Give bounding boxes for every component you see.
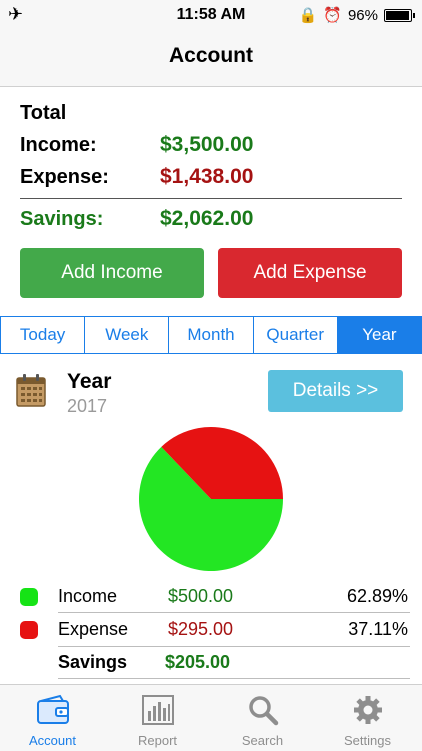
tabbar-report[interactable]: Report [105,685,210,751]
wallet-icon [37,694,69,724]
expense-color-swatch [20,621,38,639]
income-expense-pie-chart [139,427,283,571]
tab-today[interactable]: Today [1,317,86,353]
income-color-swatch [20,588,38,606]
tab-week[interactable]: Week [85,317,170,353]
legend-income-percent: 62.89% [346,586,408,606]
legend-expense-label: Expense [58,619,129,639]
legend-expense-percent: 37.11% [348,619,408,639]
legend-income-amount: $500.00 [168,586,234,606]
tabbar-account[interactable]: Account [0,685,105,751]
battery-percent: 96% [347,6,378,24]
alarm-icon: ⏰ [323,7,342,24]
add-income-button[interactable]: Add Income [20,248,204,298]
period-tabs: Today Week Month Quarter Year [0,316,422,354]
tab-year[interactable]: Year [337,317,422,353]
tabbar-settings-label: Settings [344,733,391,748]
total-heading: Total [20,102,67,124]
orientation-lock-icon: 🔒 [298,7,318,24]
legend-income-label: Income [58,586,118,606]
bar-chart-icon [142,695,174,725]
legend-divider [58,678,410,679]
tabbar-settings[interactable]: Settings [315,685,420,751]
page-title: Account [169,44,253,67]
add-expense-button[interactable]: Add Expense [218,248,402,298]
gear-icon [354,696,382,724]
legend-savings-row: Savings $205.00 [0,648,422,678]
period-title: Year [67,370,112,393]
tabbar-report-label: Report [137,733,178,748]
income-total: $3,500.00 [160,133,254,156]
income-label: Income: [20,134,97,156]
legend-income-row: Income $500.00 62.89% [0,582,422,612]
savings-total: $2,062.00 [160,207,254,230]
legend-expense-row: Expense $295.00 37.11% [0,615,422,645]
period-year: 2017 [67,396,108,416]
calendar-icon [16,374,46,407]
battery-icon [384,8,415,22]
legend-expense-amount: $295.00 [168,619,234,639]
savings-label: Savings: [20,208,104,230]
navigation-bar: Account [0,30,422,87]
details-button[interactable]: Details >> [268,370,403,412]
status-right: 🔒 ⏰ 96% [298,6,415,24]
status-bar: ✈ 11:58 AM 🔒 ⏰ 96% [0,0,422,30]
tab-quarter[interactable]: Quarter [254,317,338,353]
tab-month[interactable]: Month [169,317,254,353]
tabbar-search[interactable]: Search [210,685,315,751]
legend-divider [58,612,410,613]
expense-label: Expense: [20,166,109,188]
legend-savings-label: Savings [58,652,128,672]
summary-divider [20,198,402,199]
search-icon [249,696,279,726]
legend-savings-amount: $205.00 [165,652,231,672]
expense-total: $1,438.00 [160,165,254,188]
tabbar-account-label: Account [29,733,76,748]
legend-divider [58,646,410,647]
bottom-tab-bar: Account Report Search Settings [0,684,422,751]
tabbar-search-label: Search [241,733,284,748]
